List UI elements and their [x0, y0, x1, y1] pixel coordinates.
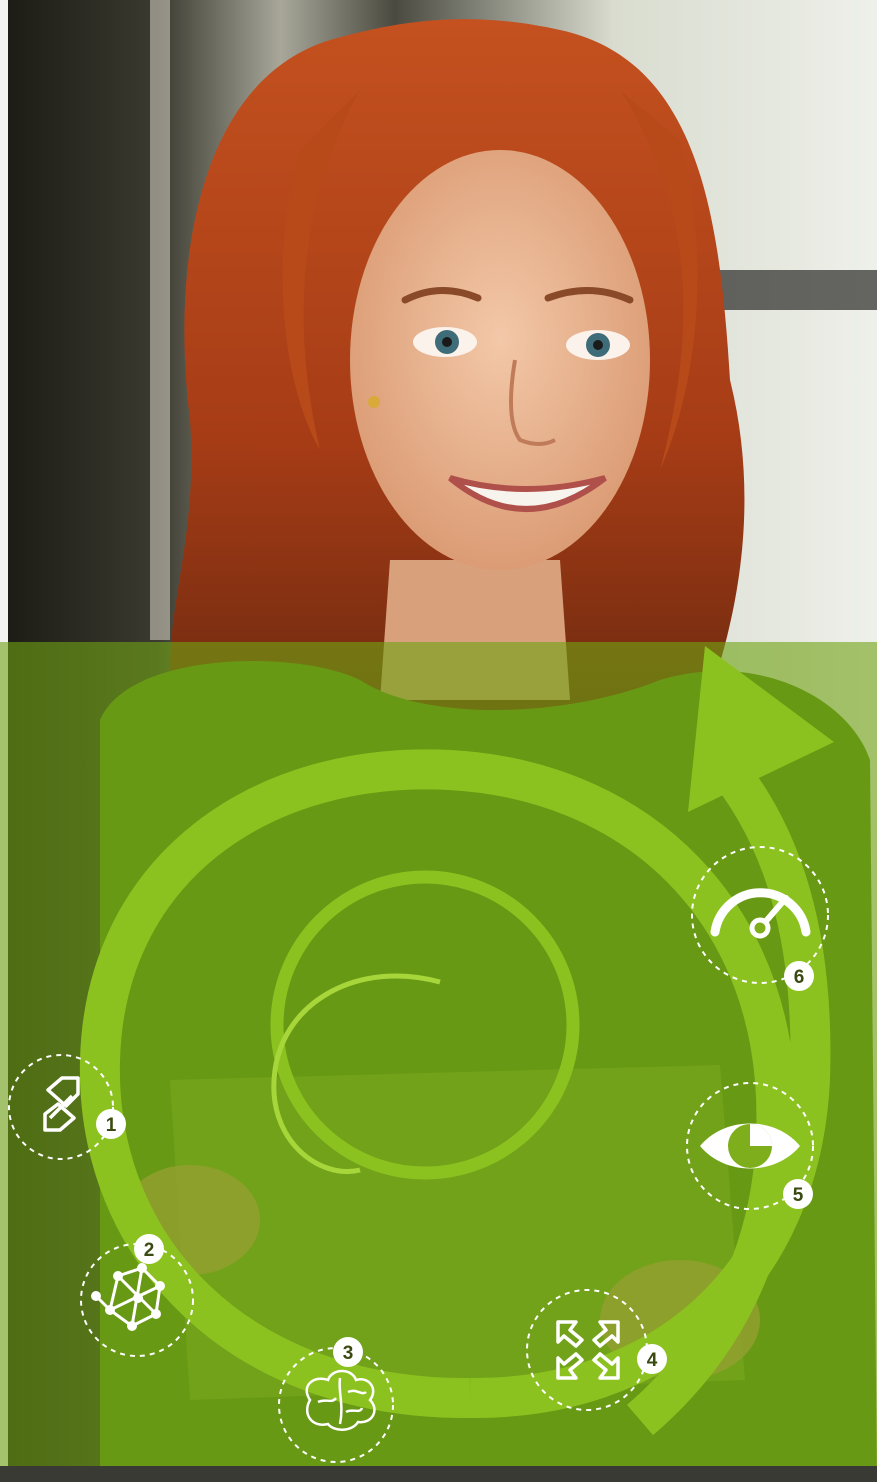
- step-2-number: 2: [144, 1240, 155, 1261]
- step-5-number: 5: [793, 1185, 804, 1206]
- hero-image: 1 2 3 4 5 6: [0, 0, 877, 1482]
- eye-chart-icon: [700, 1123, 800, 1169]
- speedometer-icon: [710, 888, 811, 939]
- step-4-number: 4: [647, 1350, 658, 1371]
- step-6-number: 6: [794, 967, 805, 988]
- step-4-ring: [526, 1289, 648, 1411]
- step-number-badges: [96, 961, 814, 1374]
- expand-arrows-icon: [43, 1076, 80, 1132]
- step-6-ring: [691, 846, 829, 984]
- network-nodes-icon: [91, 1263, 165, 1331]
- step-3-ring: [278, 1347, 394, 1463]
- steps-layer: 1 2 3 4 5 6: [8, 846, 829, 1463]
- collapse-arrows-icon: [556, 1320, 620, 1380]
- step-3-number: 3: [343, 1343, 354, 1364]
- step-1-number: 1: [106, 1115, 117, 1136]
- brain-icon: [305, 1369, 376, 1431]
